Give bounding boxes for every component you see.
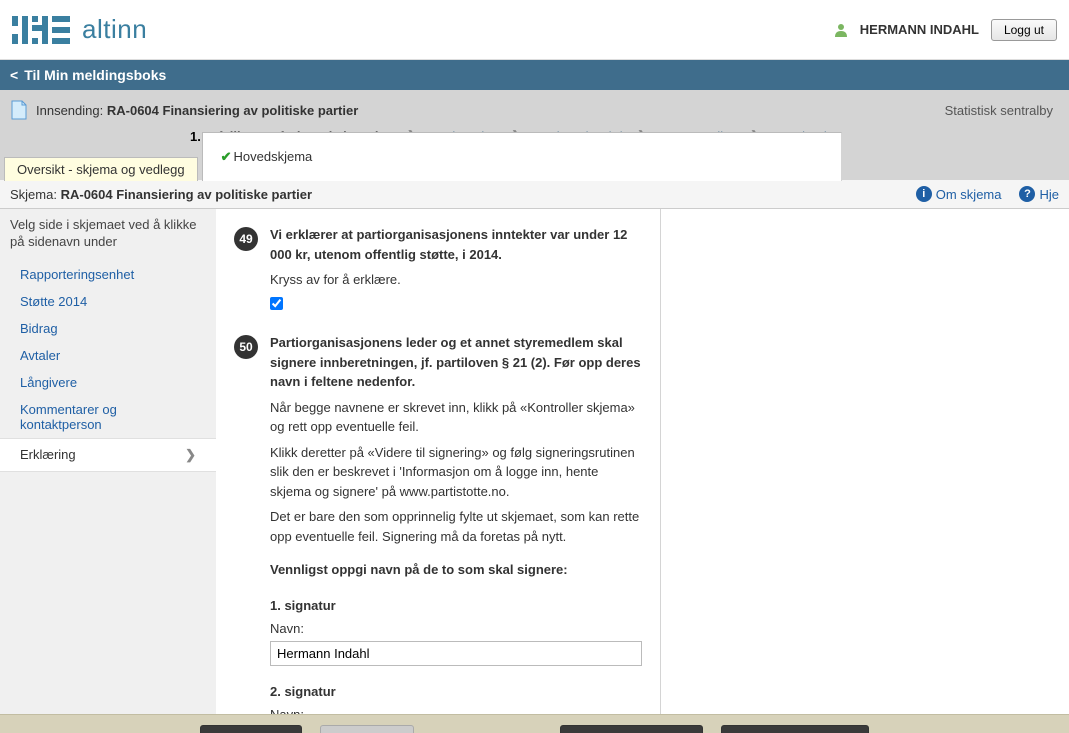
sidebar-item-rapporteringsenhet[interactable]: Rapporteringsenhet: [10, 261, 206, 288]
q50-p2: Klikk deretter på «Videre til signering»…: [270, 443, 642, 502]
sidebar-item-stotte[interactable]: Støtte 2014: [10, 288, 206, 315]
continue-signing-button[interactable]: Videre til signering: [721, 725, 870, 733]
question-50: 50 Partiorganisasjonens leder og et anne…: [234, 333, 642, 714]
submission-label: Innsending: RA-0604 Finansiering av poli…: [36, 103, 358, 118]
footer-toolbar: << Forrige Neste >> Kontroller skjema Vi…: [0, 714, 1069, 733]
next-button: Neste >>: [320, 725, 415, 733]
tab-overview[interactable]: Oversikt - skjema og vedlegg: [4, 157, 198, 181]
question-number-badge: 50: [234, 335, 258, 359]
about-schema-link[interactable]: i Om skjema: [916, 186, 1002, 202]
help-icon: ?: [1019, 186, 1035, 202]
help-link[interactable]: ? Hje: [1019, 186, 1059, 202]
sig1-label: 1. signatur: [270, 596, 642, 616]
user-block: HERMANN INDAHL Logg ut: [834, 19, 1057, 41]
subheader: Skjema: RA-0604 Finansiering av politisk…: [0, 180, 1069, 209]
check-icon: ✔: [221, 149, 232, 164]
sidebar-item-avtaler[interactable]: Avtaler: [10, 342, 206, 369]
sidebar-instruction: Velg side i skjemaet ved å klikke på sid…: [10, 217, 206, 251]
content-area: Velg side i skjemaet ved å klikke på sid…: [0, 209, 1069, 714]
document-icon: [10, 100, 28, 120]
schema-label: Skjema: RA-0604 Finansiering av politisk…: [10, 187, 312, 202]
back-to-inbox[interactable]: < Til Min meldingsboks: [0, 60, 1069, 90]
main-form: 49 Vi erklærer at partiorganisasjonens i…: [216, 209, 661, 714]
sig2-name-label: Navn:: [270, 705, 642, 714]
sidebar-item-bidrag[interactable]: Bidrag: [10, 315, 206, 342]
user-icon: [834, 22, 848, 38]
q49-subtext: Kryss av for å erklære.: [270, 270, 642, 290]
chevron-right-icon: ❯: [185, 447, 196, 463]
sig2-label: 2. signatur: [270, 682, 642, 702]
q50-p3: Det er bare den som opprinnelig fylte ut…: [270, 507, 642, 546]
sidebar-item-langivere[interactable]: Långivere: [10, 369, 206, 396]
q49-checkbox[interactable]: [270, 297, 283, 310]
back-label: Til Min meldingsboks: [24, 67, 166, 83]
q49-heading: Vi erklærer at partiorganisasjonens innt…: [270, 225, 642, 264]
tab-main[interactable]: ✔Hovedskjema: [202, 132, 842, 181]
logo[interactable]: altinn: [12, 14, 147, 45]
logout-button[interactable]: Logg ut: [991, 19, 1057, 41]
q50-p1: Når begge navnene er skrevet inn, klikk …: [270, 398, 642, 437]
right-pane: [661, 209, 1069, 714]
check-schema-button[interactable]: Kontroller skjema: [560, 725, 702, 733]
prev-button[interactable]: << Forrige: [200, 725, 302, 733]
tab-row: Oversikt - skjema og vedlegg ✔Hovedskjem…: [0, 152, 1069, 180]
question-number-badge: 49: [234, 227, 258, 251]
sidebar: Velg side i skjemaet ved å klikke på sid…: [0, 209, 216, 714]
header: altinn HERMANN INDAHL Logg ut: [0, 0, 1069, 60]
sender-label: Statistisk sentralby: [945, 103, 1053, 118]
q50-heading: Partiorganisasjonens leder og et annet s…: [270, 333, 642, 392]
username: HERMANN INDAHL: [860, 22, 979, 37]
sig1-name-label: Navn:: [270, 619, 642, 639]
question-49: 49 Vi erklærer at partiorganisasjonens i…: [234, 225, 642, 315]
info-icon: i: [916, 186, 932, 202]
q50-prompt: Vennligst oppgi navn på de to som skal s…: [270, 560, 642, 580]
chevron-left-icon: <: [10, 67, 18, 83]
sig1-name-input[interactable]: [270, 641, 642, 666]
sidebar-item-kommentarer[interactable]: Kommentarer og kontaktperson: [10, 396, 206, 438]
altinn-logo-icon: [12, 16, 72, 44]
brand-name: altinn: [82, 14, 147, 45]
sidebar-item-erklaering[interactable]: Erklæring ❯: [0, 438, 216, 472]
